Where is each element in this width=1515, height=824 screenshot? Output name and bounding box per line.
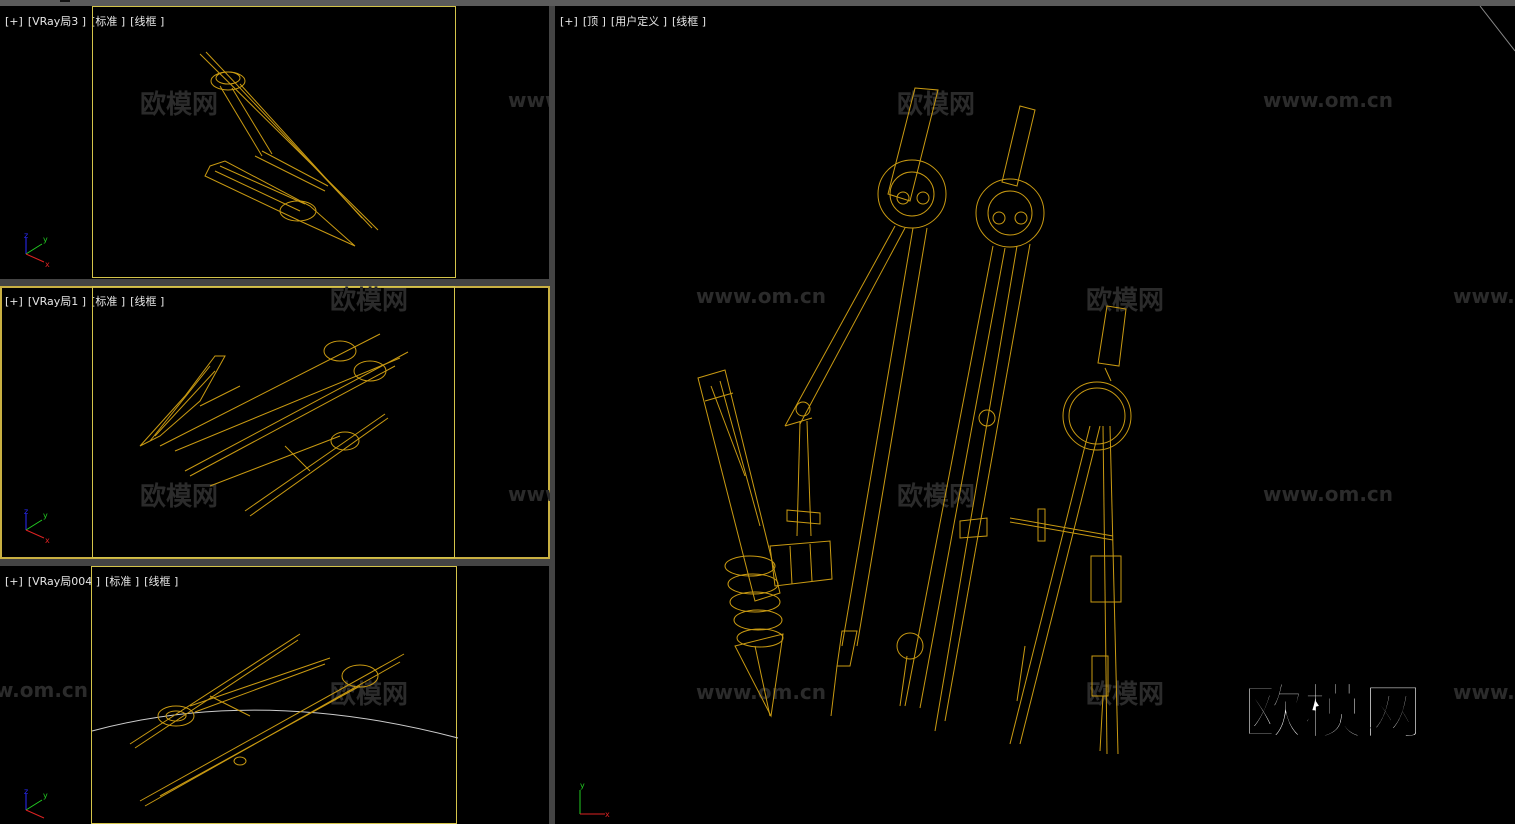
tab-marker [60, 0, 70, 2]
viewport-perspective-1[interactable]: [+][VRay局3 ][标准 ][线框 ] 欧模网 www.om.cn z y… [0, 6, 549, 279]
axis-gizmo: z y [24, 787, 48, 819]
axis-y-label: y [43, 791, 48, 800]
axis-z-label: z [24, 231, 28, 240]
axis-gizmo: y x [579, 781, 610, 819]
axis-y-label: y [43, 235, 48, 244]
axis-gizmo: z y x [24, 507, 50, 545]
wireframe-model: z y x [24, 333, 409, 545]
axis-y-label: y [43, 511, 48, 520]
brand-logo: 欧模网 [1242, 677, 1424, 749]
axis-y-label: y [580, 781, 585, 790]
axis-x-label: x [45, 260, 50, 269]
wireframe-model: z y [24, 633, 459, 819]
axis-z-label: z [24, 787, 28, 796]
viewport-top[interactable]: [+] [顶 ] [用户定义 ] [线框 ] 欧模网 www.om.cn www.om… [555, 6, 1515, 824]
wireframe-model: z y x [24, 51, 379, 269]
axis-x-label: x [45, 536, 50, 545]
viewport-perspective-2[interactable]: [+][VRay局1 ][标准 ][线框 ] 欧模网 欧模网 www.om.cn [0, 286, 550, 559]
axis-z-label: z [24, 507, 28, 516]
viewport-perspective-3[interactable]: [+][VRay局004 ][标准 ][线框 ] www.om.cn 欧模网 z… [0, 566, 549, 824]
axis-gizmo: z y x [24, 231, 50, 269]
axis-x-label: x [605, 810, 610, 819]
